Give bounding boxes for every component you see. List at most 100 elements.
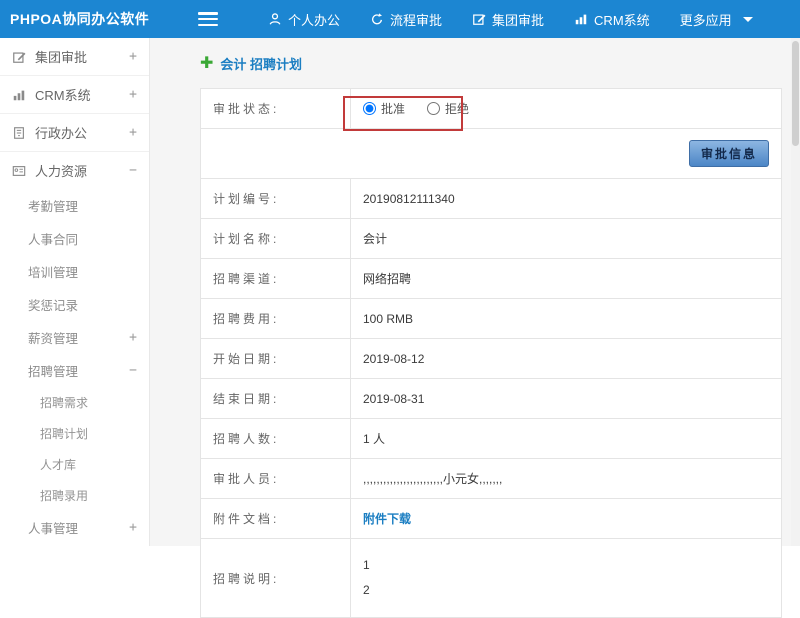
page-title: ✚ 会计 招聘计划 [200, 54, 782, 73]
sidebar-item-label: 薪资管理 [28, 328, 78, 347]
radio-reject-input[interactable] [427, 102, 440, 115]
sidebar-item-recruit-hire[interactable]: 招聘录用 [0, 480, 149, 511]
table-row: 计划名称: 会计 [201, 219, 782, 259]
sidebar-item-label: CRM系统 [35, 85, 91, 104]
radio-approve[interactable]: 批准 [363, 100, 405, 117]
expand-toggle[interactable]: + [129, 87, 137, 102]
table-row: 招聘说明: 1 2 [201, 539, 782, 618]
sidebar-item-label: 行政办公 [35, 123, 87, 142]
main-content: ✚ 会计 招聘计划 审批状态: 批准 拒绝 [150, 38, 800, 546]
nav-label: 集团审批 [492, 10, 544, 29]
nav-crm-system[interactable]: CRM系统 [574, 10, 650, 29]
field-label: 计划名称: [201, 219, 351, 259]
sidebar-item-label: 招聘录用 [40, 487, 88, 504]
approval-button-row: 审批信息 [201, 129, 782, 179]
nav-label: 流程审批 [390, 10, 442, 29]
field-label: 计划编号: [201, 179, 351, 219]
edit-square-icon [472, 12, 486, 26]
app-logo: PHPOA协同办公软件 [0, 9, 168, 29]
scrollbar-thumb[interactable] [792, 41, 799, 146]
sidebar-item-personnel-mgmt[interactable]: 人事管理 + [0, 511, 149, 544]
table-row: 审批人员: ,,,,,,,,,,,,,,,,,,,,,,,,小元女,,,,,,, [201, 459, 782, 499]
sidebar-item-label: 培训管理 [28, 262, 78, 281]
sidebar-item-label: 人事管理 [28, 518, 78, 537]
sidebar-item-label: 人才库 [40, 456, 76, 473]
collapse-toggle[interactable]: − [129, 363, 137, 378]
nav-workflow-approval[interactable]: 流程审批 [370, 10, 442, 29]
sidebar-item-admin-office[interactable]: 行政办公 + [0, 114, 149, 151]
field-value: 2019-08-31 [351, 379, 782, 419]
attachment-download-link[interactable]: 附件下载 [351, 499, 782, 539]
table-row: 招聘人数: 1 人 [201, 419, 782, 459]
expand-toggle[interactable]: + [129, 330, 137, 345]
field-value: 2019-08-12 [351, 339, 782, 379]
sidebar: 集团审批 + CRM系统 + 行政办公 + 人力资源 − 考勤管 [0, 38, 150, 546]
sidebar-item-training[interactable]: 培训管理 [0, 255, 149, 288]
field-value: 网络招聘 [351, 259, 782, 299]
sidebar-item-label: 人事合同 [28, 229, 78, 248]
field-label: 开始日期: [201, 339, 351, 379]
field-value: 20190812111340 [351, 179, 782, 219]
sidebar-item-hr[interactable]: 人力资源 − [0, 152, 149, 189]
nav-label: 个人办公 [288, 10, 340, 29]
field-value: 1 人 [351, 419, 782, 459]
radio-label: 拒绝 [445, 100, 469, 117]
sidebar-item-label: 招聘计划 [40, 425, 88, 442]
field-value: 会计 [351, 219, 782, 259]
approval-info-button[interactable]: 审批信息 [689, 140, 769, 167]
expand-toggle[interactable]: + [129, 520, 137, 535]
sidebar-item-hr-contract[interactable]: 人事合同 [0, 222, 149, 255]
field-label: 审批状态: [201, 89, 351, 129]
radio-approve-input[interactable] [363, 102, 376, 115]
sidebar-item-group-approval[interactable]: 集团审批 + [0, 38, 149, 75]
building-icon [12, 126, 30, 140]
field-label: 审批人员: [201, 459, 351, 499]
sidebar-item-recruit-plan[interactable]: 招聘计划 [0, 418, 149, 449]
field-value: ,,,,,,,,,,,,,,,,,,,,,,,,小元女,,,,,,, [351, 459, 782, 499]
chevron-down-icon [743, 17, 753, 22]
page-title-text: 会计 招聘计划 [220, 54, 302, 73]
sidebar-item-salary[interactable]: 薪资管理 + [0, 321, 149, 354]
sidebar-item-rewards[interactable]: 奖惩记录 [0, 288, 149, 321]
collapse-toggle[interactable]: − [129, 163, 137, 178]
field-label: 结束日期: [201, 379, 351, 419]
approval-status-row: 审批状态: 批准 拒绝 [201, 89, 782, 129]
workflow-icon [370, 12, 384, 26]
sidebar-item-attendance[interactable]: 考勤管理 [0, 189, 149, 222]
bar-chart-icon [574, 12, 588, 26]
hamburger-menu-icon[interactable] [198, 12, 218, 26]
sidebar-item-label: 招聘管理 [28, 361, 78, 380]
field-label: 招聘费用: [201, 299, 351, 339]
field-label: 招聘渠道: [201, 259, 351, 299]
sidebar-item-label: 奖惩记录 [28, 295, 78, 314]
sidebar-item-label: 人力资源 [35, 161, 87, 180]
nav-personal-office[interactable]: 个人办公 [268, 10, 340, 29]
edit-square-icon [12, 50, 30, 64]
sidebar-item-recruit-mgmt[interactable]: 招聘管理 − [0, 354, 149, 387]
sidebar-item-recruit-demand[interactable]: 招聘需求 [0, 387, 149, 418]
radio-label: 批准 [381, 100, 405, 117]
sidebar-item-talent-pool[interactable]: 人才库 [0, 449, 149, 480]
field-value: 1 2 [351, 539, 782, 618]
nav-more-apps[interactable]: 更多应用 [680, 10, 753, 29]
table-row: 招聘渠道: 网络招聘 [201, 259, 782, 299]
nav-group-approval[interactable]: 集团审批 [472, 10, 544, 29]
top-bar: PHPOA协同办公软件 个人办公 流程审批 集团审批 CRM系统 [0, 0, 800, 38]
detail-form: 审批状态: 批准 拒绝 审批信息 [200, 88, 782, 618]
expand-toggle[interactable]: + [129, 49, 137, 64]
sidebar-item-crm[interactable]: CRM系统 + [0, 76, 149, 113]
table-row: 附件文档: 附件下载 [201, 499, 782, 539]
bar-chart-icon [12, 88, 30, 102]
page-scrollbar[interactable] [791, 38, 800, 546]
plus-icon: ✚ [200, 56, 213, 72]
field-label: 招聘说明: [201, 539, 351, 618]
radio-reject[interactable]: 拒绝 [427, 100, 469, 117]
sidebar-item-label: 考勤管理 [28, 196, 78, 215]
expand-toggle[interactable]: + [129, 125, 137, 140]
sidebar-item-label: 集团审批 [35, 47, 87, 66]
field-label: 附件文档: [201, 499, 351, 539]
table-row: 计划编号: 20190812111340 [201, 179, 782, 219]
sidebar-item-label: 招聘需求 [40, 394, 88, 411]
table-row: 招聘费用: 100 RMB [201, 299, 782, 339]
field-value: 100 RMB [351, 299, 782, 339]
